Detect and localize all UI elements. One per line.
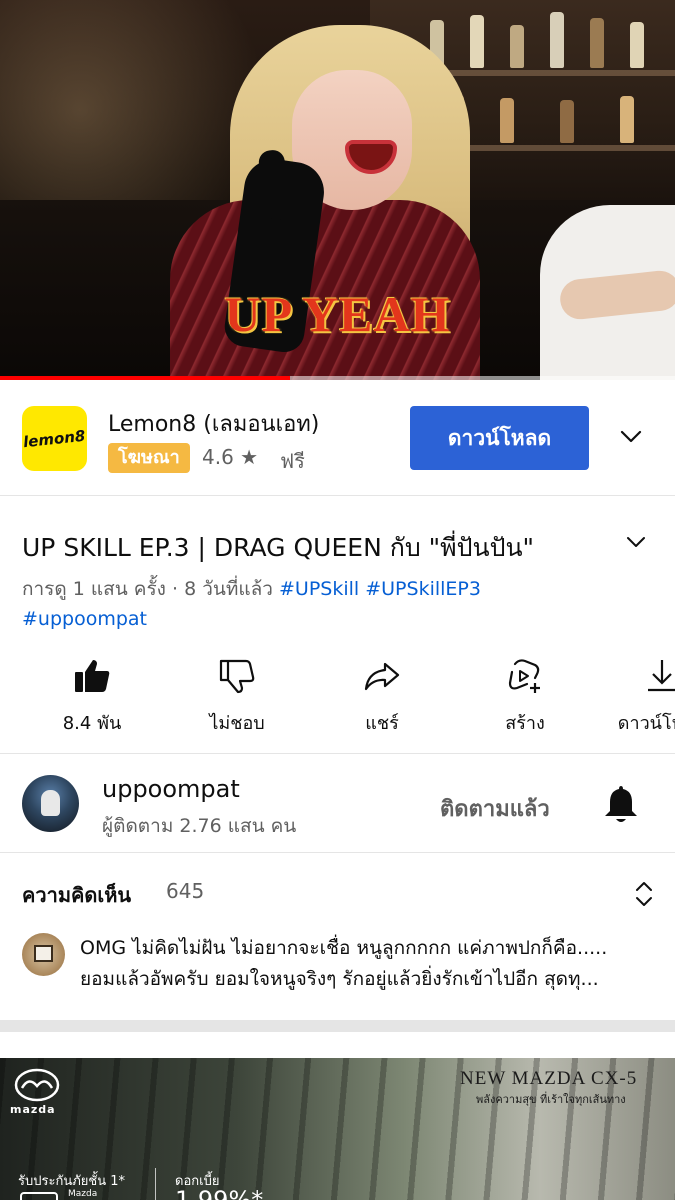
bottle: [630, 22, 644, 68]
channel-avatar[interactable]: [22, 775, 79, 832]
like-button[interactable]: 8.4 พัน: [37, 650, 147, 737]
mazda-ad-banner[interactable]: mazda NEW MAZDA CX-5 พลังความสุข ที่เร้า…: [0, 1058, 675, 1200]
hashtag-link[interactable]: #uppoompat: [22, 608, 147, 630]
like-icon: [75, 660, 110, 692]
banner-insurance-sub: Mazda: [68, 1189, 98, 1199]
banner-subtitle: พลังความสุข ที่เร้าใจทุกเส้นทาง: [476, 1093, 626, 1106]
bottle: [550, 12, 564, 68]
bottle: [500, 98, 514, 143]
subscriber-count: ผู้ติดตาม 2.76 แสน คน: [102, 815, 297, 837]
channel-row[interactable]: uppoompat ผู้ติดตาม 2.76 แสน คน ติดตามแล…: [0, 755, 675, 853]
create-button[interactable]: สร้าง: [470, 650, 580, 737]
lemon8-logo[interactable]: lemon8: [22, 406, 87, 471]
ad-rating: 4.6 ★: [202, 445, 259, 469]
ad-download-button[interactable]: ดาวน์โหลด: [410, 406, 589, 470]
top-comment-line: OMG ไม่คิดไม่ฝัน ไม่อยากจะเชื่อ หนูลูกกก…: [80, 937, 608, 959]
like-count: 8.4 พัน: [62, 713, 122, 734]
top-comment[interactable]: OMG ไม่คิดไม่ฝัน ไม่อยากจะเชื่อ หนูลูกกก…: [80, 933, 655, 995]
comments-count: 645: [166, 879, 205, 903]
banner-insurance-text: รับประกันภัยชั้น 1*: [18, 1174, 126, 1189]
channel-name[interactable]: uppoompat: [102, 775, 240, 803]
ad-badge: โฆษณา: [108, 443, 190, 473]
view-count: การดู 1 แสน ครั้ง: [22, 578, 166, 600]
mazda-logo-icon: [14, 1068, 60, 1102]
ad-title[interactable]: Lemon8 (เลมอนเอท): [108, 406, 319, 441]
bottle: [510, 25, 524, 68]
bottle: [590, 18, 604, 68]
comments-section[interactable]: ความคิดเห็น 645 OMG ไม่คิดไม่ฝัน ไม่อยาก…: [0, 855, 675, 1020]
bottle: [620, 96, 634, 143]
hashtag-link[interactable]: #UPSkill: [279, 578, 359, 600]
hashtag-link[interactable]: #UPSkillEP3: [365, 578, 481, 600]
subscribed-button[interactable]: ติดตามแล้ว: [440, 791, 550, 826]
bottle: [470, 15, 484, 68]
share-button[interactable]: แชร์: [327, 650, 437, 737]
video-player[interactable]: UP YEAH: [0, 0, 675, 380]
mazda-wordmark: mazda: [10, 1103, 56, 1116]
video-title[interactable]: UP SKILL EP.3 | DRAG QUEEN กับ "พี่ปันปั…: [22, 528, 612, 568]
chevron-down-icon[interactable]: [616, 422, 646, 452]
expand-collapse-icon[interactable]: [630, 877, 658, 911]
banner-title: NEW MAZDA CX-5: [460, 1068, 638, 1089]
dislike-button[interactable]: ไม่ชอบ: [182, 650, 292, 737]
bell-icon[interactable]: [601, 783, 641, 825]
upload-age: 8 วันที่แล้ว: [184, 578, 273, 600]
share-icon: [364, 662, 400, 691]
share-label: แชร์: [365, 713, 399, 734]
expand-description-icon[interactable]: [622, 528, 650, 556]
shield-icon: [20, 1192, 58, 1200]
ad-price: ฟรี: [280, 449, 305, 473]
progress-fill: [0, 376, 291, 380]
bottle: [560, 100, 574, 143]
app-ad[interactable]: lemon8 Lemon8 (เลมอนเอท) โฆษณา 4.6 ★ ฟรี…: [0, 382, 675, 496]
banner-separator: [155, 1168, 156, 1200]
section-divider: [0, 1020, 675, 1032]
progress-bar[interactable]: [0, 376, 675, 380]
dislike-label: ไม่ชอบ: [209, 713, 265, 734]
remix-icon: [508, 659, 540, 693]
comments-heading: ความคิดเห็น: [22, 883, 132, 907]
dislike-icon: [219, 659, 255, 694]
video-meta[interactable]: การดู 1 แสน ครั้ง · 8 วันที่แล้ว #UPSkil…: [22, 574, 642, 634]
action-bar: 8.4 พัน ไม่ชอบ แชร์ สร้าง ดาวน์โหลด: [0, 650, 675, 754]
video-overlay-caption: UP YEAH: [224, 286, 451, 342]
lemon8-logo-text: lemon8: [22, 426, 87, 451]
download-icon: [648, 660, 675, 692]
meta-separator: ·: [165, 578, 185, 600]
download-label: ดาวน์โหลด: [617, 713, 675, 734]
top-comment-line: ยอมแล้วอัพครับ ยอมใจหนูจริงๆ รักอยู่แล้ว…: [80, 968, 599, 990]
banner-interest-rate: 1.99%*: [175, 1186, 264, 1200]
commenter-avatar[interactable]: [22, 933, 65, 976]
download-button[interactable]: ดาวน์โหลด: [607, 650, 675, 737]
create-label: สร้าง: [505, 713, 545, 734]
